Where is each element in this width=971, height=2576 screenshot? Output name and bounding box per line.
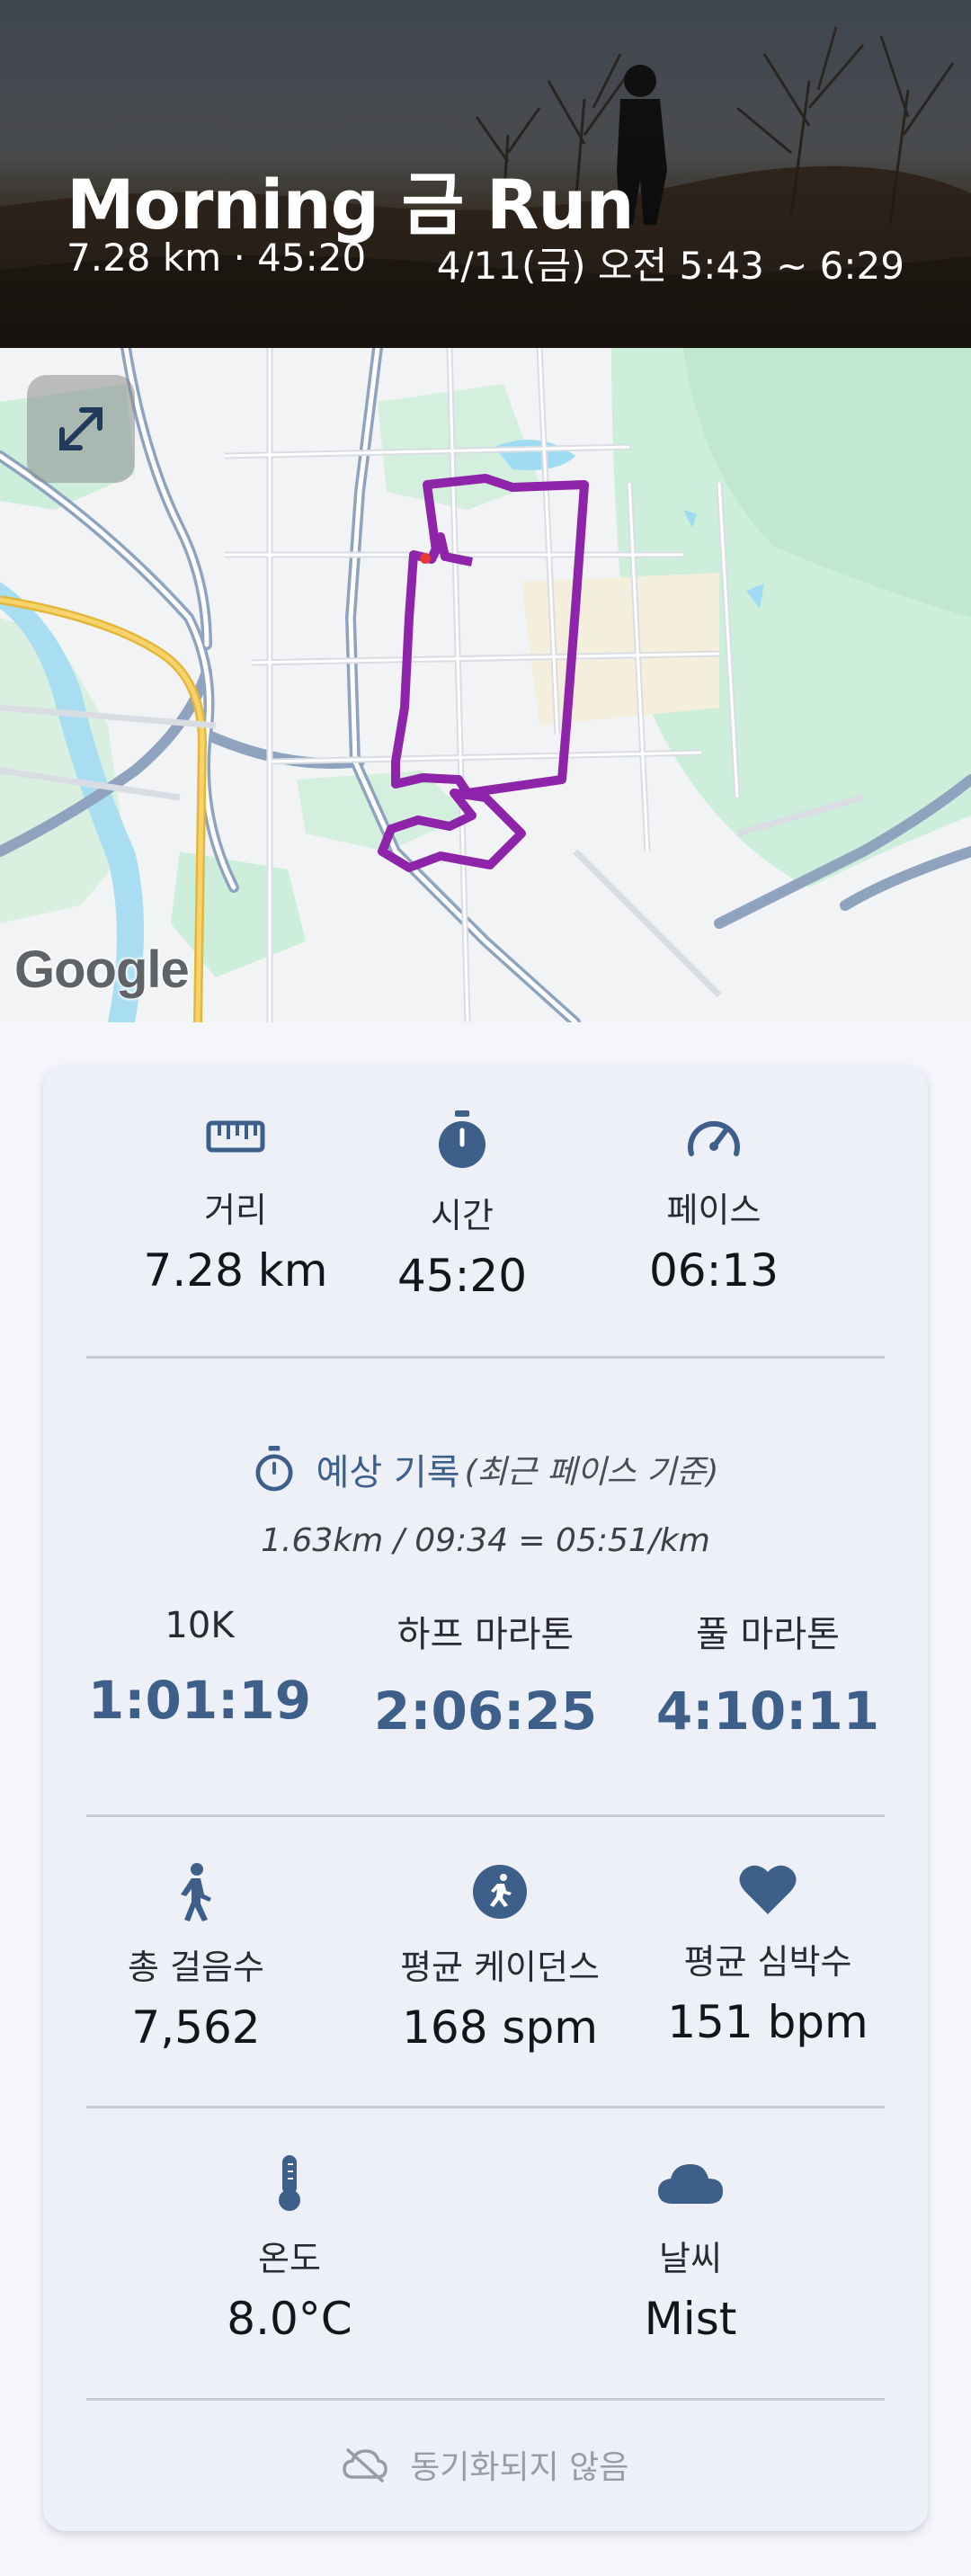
stat-pace-value: 06:13: [648, 1244, 779, 1297]
speedometer-icon: [688, 1120, 740, 1156]
prediction-header: 예상 기록 (최근 페이스 기준): [43, 1443, 928, 1495]
prediction-half-label: 하프 마라톤: [396, 1614, 575, 1655]
stat-heart-rate-label: 평균 심박수: [683, 1942, 852, 1982]
cloud-off-icon: [342, 2448, 388, 2482]
stat-weather-value: Mist: [644, 2293, 737, 2345]
stat-cadence-label: 평균 케이던스: [400, 1948, 600, 1987]
stat-pace-label: 페이스: [666, 1190, 762, 1230]
thermometer-icon: [279, 2155, 300, 2211]
sync-status-label: 동기화되지 않음: [410, 2449, 629, 2486]
stat-time: 시간 45:20: [363, 1110, 561, 1302]
stat-time-label: 시간: [431, 1196, 494, 1235]
stat-distance: 거리 7.28 km: [92, 1110, 379, 1297]
prediction-half-marathon: 하프 마라톤 2:06:25: [351, 1605, 620, 1742]
heart-icon: [739, 1865, 797, 1914]
cloud-icon: [658, 2164, 723, 2204]
stopwatch-outline-icon: [255, 1446, 293, 1492]
stat-cadence: 평균 케이던스 168 spm: [347, 1862, 653, 2054]
map-canvas: [0, 348, 971, 1022]
activity-stats-card: 거리 7.28 km 시간 45:20 페이스 06:13 예상 기록 (최근 …: [43, 1065, 928, 2531]
prediction-half-value: 2:06:25: [373, 1680, 598, 1742]
prediction-10k-value: 1:01:19: [87, 1670, 312, 1731]
prediction-full-value: 4:10:11: [655, 1680, 880, 1742]
prediction-full-label: 풀 마라톤: [696, 1614, 840, 1655]
route-map[interactable]: Google: [0, 348, 971, 1022]
map-provider-logo: Google: [14, 940, 190, 999]
activity-datetime: 4/11(금) 오전 5:43 ~ 6:29: [436, 244, 904, 288]
prediction-subtitle: (최근 페이스 기준): [464, 1454, 719, 1491]
prediction-10k-label: 10K: [165, 1605, 235, 1646]
stat-temperature: 온도 8.0°C: [200, 2153, 379, 2345]
expand-map-button[interactable]: [27, 375, 135, 483]
running-icon: [473, 1865, 527, 1919]
stat-heart-rate-value: 151 bpm: [667, 1996, 869, 2048]
walking-icon: [181, 1863, 211, 1921]
stat-weather: 날씨 Mist: [601, 2153, 780, 2345]
prediction-10k: 10K 1:01:19: [65, 1605, 334, 1731]
activity-title: Morning 금 Run: [67, 165, 635, 245]
stat-distance-value: 7.28 km: [143, 1244, 328, 1297]
divider: [86, 2398, 885, 2401]
ruler-icon: [206, 1120, 265, 1153]
stat-temperature-value: 8.0°C: [227, 2293, 352, 2345]
stat-time-value: 45:20: [396, 1250, 528, 1302]
stat-heart-rate: 평균 심박수 151 bpm: [651, 1862, 885, 2048]
sync-status: 동기화되지 않음: [43, 2441, 928, 2488]
stat-weather-label: 날씨: [659, 2239, 722, 2278]
divider: [86, 1356, 885, 1359]
prediction-full-marathon: 풀 마라톤 4:10:11: [633, 1605, 903, 1742]
stat-steps-label: 총 걸음수: [128, 1948, 264, 1987]
stat-steps: 총 걸음수 7,562: [97, 1862, 295, 2054]
expand-icon: [59, 407, 102, 450]
stat-distance-label: 거리: [204, 1190, 267, 1230]
stat-temperature-label: 온도: [258, 2239, 321, 2278]
divider: [86, 2106, 885, 2108]
header-banner: Morning 금 Run 7.28 km · 45:20 4/11(금) 오전…: [0, 0, 971, 348]
stat-pace: 페이스 06:13: [615, 1110, 813, 1297]
stopwatch-icon: [439, 1110, 486, 1168]
prediction-formula: 1.63km / 09:34 = 05:51/km: [261, 1522, 710, 1559]
divider: [86, 1814, 885, 1817]
prediction-title: 예상 기록: [316, 1452, 460, 1493]
stat-cadence-value: 168 spm: [402, 2001, 598, 2054]
activity-summary: 7.28 km · 45:20: [67, 236, 367, 280]
stat-steps-value: 7,562: [131, 2001, 261, 2054]
